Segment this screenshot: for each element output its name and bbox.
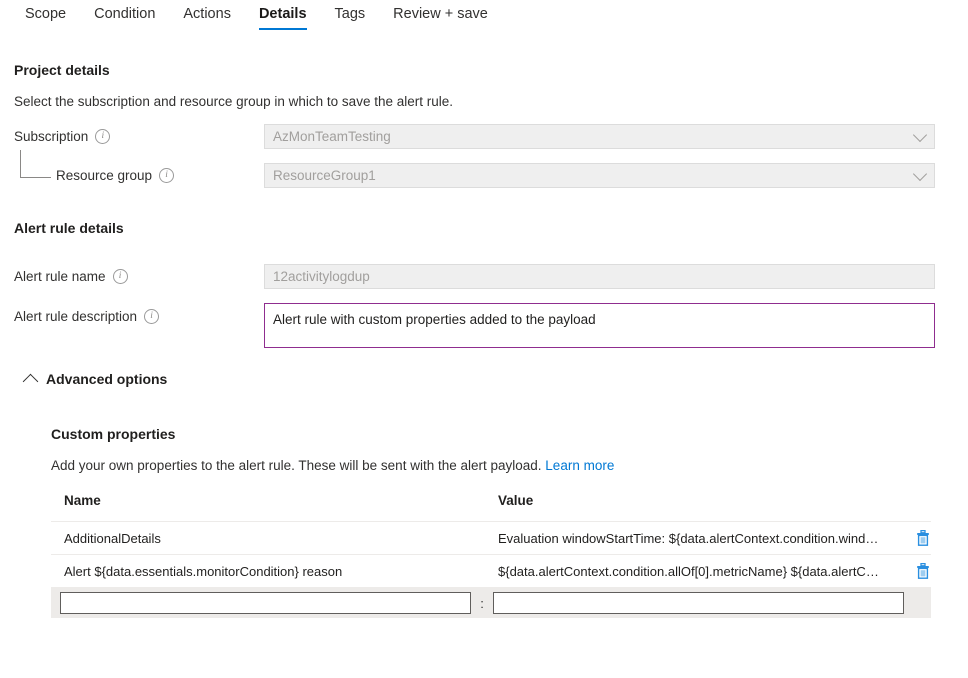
column-header-value: Value: [498, 493, 931, 508]
tab-details[interactable]: Details: [245, 0, 321, 33]
tab-label: Tags: [335, 6, 366, 22]
project-details-description: Select the subscription and resource gro…: [14, 94, 453, 109]
alert-rule-description-textarea[interactable]: [264, 303, 935, 348]
alert-rule-name-label: Alert rule name i: [14, 269, 128, 284]
tab-label: Actions: [183, 6, 231, 22]
info-icon[interactable]: i: [144, 309, 159, 324]
row-name-cell: Alert ${data.essentials.monitorCondition…: [51, 564, 498, 579]
column-header-name: Name: [51, 493, 498, 508]
tab-condition[interactable]: Condition: [80, 0, 169, 33]
row-value-cell: Evaluation windowStartTime: ${data.alert…: [498, 531, 893, 546]
tab-scope[interactable]: Scope: [11, 0, 80, 33]
tab-review-save[interactable]: Review + save: [379, 0, 502, 33]
table-row: AdditionalDetails Evaluation windowStart…: [51, 522, 931, 555]
wizard-tab-bar: Scope Condition Actions Details Tags Rev…: [0, 0, 968, 34]
info-icon[interactable]: i: [95, 129, 110, 144]
alert-rule-name-input[interactable]: [264, 264, 935, 289]
tab-label: Scope: [25, 6, 66, 22]
subscription-label-text: Subscription: [14, 129, 88, 144]
tab-tags[interactable]: Tags: [321, 0, 380, 33]
info-icon[interactable]: i: [113, 269, 128, 284]
alert-rule-description-label: Alert rule description i: [14, 309, 159, 324]
advanced-options-toggle[interactable]: Advanced options: [25, 371, 167, 387]
alert-rule-name-label-text: Alert rule name: [14, 269, 106, 284]
tab-label: Condition: [94, 6, 155, 22]
subscription-select[interactable]: AzMonTeamTesting: [264, 124, 935, 149]
resource-group-label: Resource group i: [56, 168, 174, 183]
custom-properties-description-text: Add your own properties to the alert rul…: [51, 458, 542, 473]
custom-properties-heading: Custom properties: [51, 426, 175, 442]
resource-group-tree-connector: [20, 150, 51, 178]
advanced-options-label: Advanced options: [46, 371, 167, 387]
learn-more-link[interactable]: Learn more: [545, 458, 614, 473]
alert-rule-details-heading: Alert rule details: [14, 220, 124, 236]
row-name-cell: AdditionalDetails: [51, 531, 498, 546]
resource-group-value: ResourceGroup1: [273, 168, 376, 183]
table-header-row: Name Value: [51, 493, 931, 522]
resource-group-label-text: Resource group: [56, 168, 152, 183]
resource-group-select-box[interactable]: ResourceGroup1: [264, 163, 935, 188]
subscription-value: AzMonTeamTesting: [273, 129, 391, 144]
new-property-row: :: [51, 588, 931, 618]
row-value-cell: ${data.alertContext.condition.allOf[0].m…: [498, 564, 893, 579]
info-icon[interactable]: i: [159, 168, 174, 183]
custom-properties-table: Name Value AdditionalDetails Evaluation …: [51, 493, 931, 618]
trash-icon[interactable]: [915, 530, 931, 546]
subscription-label: Subscription i: [14, 129, 110, 144]
new-property-value-input[interactable]: [493, 592, 904, 614]
resource-group-select[interactable]: ResourceGroup1: [264, 163, 935, 188]
subscription-select-box[interactable]: AzMonTeamTesting: [264, 124, 935, 149]
chevron-up-icon: [23, 373, 39, 389]
custom-properties-description: Add your own properties to the alert rul…: [51, 458, 614, 473]
tab-actions[interactable]: Actions: [169, 0, 245, 33]
alert-rule-description-label-text: Alert rule description: [14, 309, 137, 324]
new-property-separator: :: [471, 596, 493, 611]
table-row: Alert ${data.essentials.monitorCondition…: [51, 555, 931, 588]
new-property-name-input[interactable]: [60, 592, 471, 614]
project-details-heading: Project details: [14, 62, 110, 78]
trash-icon[interactable]: [915, 563, 931, 579]
tab-label: Review + save: [393, 6, 488, 22]
tab-label: Details: [259, 6, 307, 22]
